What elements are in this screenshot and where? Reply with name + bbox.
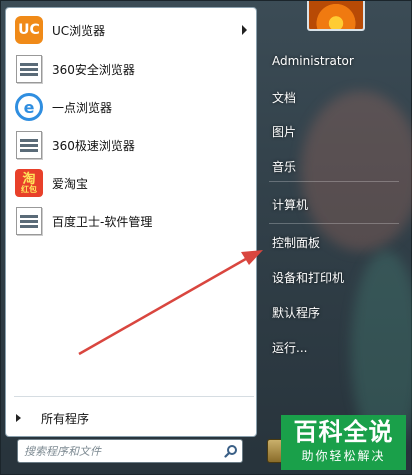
taobao-logo: 淘 红包: [15, 169, 43, 197]
right-menu-label: 运行...: [272, 340, 308, 355]
right-menu-label: 计算机: [272, 197, 309, 212]
right-menu-label: 设备和打印机: [272, 270, 345, 285]
right-menu-default-programs[interactable]: 默认程序: [263, 298, 403, 326]
right-menu-label: 文档: [272, 90, 297, 105]
right-menu-label: 图片: [272, 124, 297, 139]
program-item-uc-browser[interactable]: UC UC浏览器: [10, 12, 253, 48]
program-label: UC浏览器: [52, 23, 106, 38]
right-menu-pictures[interactable]: 图片: [263, 117, 403, 145]
watermark-logo: 百科全说 助你轻松解决: [281, 415, 406, 470]
right-menu-computer[interactable]: 计算机: [263, 190, 403, 218]
right-menu-devices-printers[interactable]: 设备和打印机: [263, 263, 403, 291]
program-label: 360极速浏览器: [52, 138, 135, 153]
uc-browser-icon: UC: [14, 15, 44, 45]
watermark-title: 百科全说: [293, 418, 394, 446]
program-item-yidian-browser[interactable]: e 一点浏览器: [10, 89, 253, 125]
program-label: 爱淘宝: [52, 176, 89, 191]
right-menu-documents[interactable]: 文档: [263, 83, 403, 111]
submenu-arrow-icon: [242, 25, 247, 35]
right-menu-run[interactable]: 运行...: [263, 333, 403, 361]
program-label: 一点浏览器: [52, 100, 113, 115]
right-menu-administrator[interactable]: Administrator: [263, 47, 403, 75]
user-picture[interactable]: [307, 1, 365, 31]
program-item-baidu-guard[interactable]: 百度卫士-软件管理: [10, 203, 253, 239]
program-label: 百度卫士-软件管理: [52, 214, 153, 229]
search-box: [17, 439, 243, 463]
all-programs-button[interactable]: 所有程序: [16, 408, 89, 428]
divider: [269, 181, 399, 182]
triangle-right-icon: [16, 414, 21, 422]
e-logo: e: [15, 93, 43, 121]
program-label: 360安全浏览器: [52, 62, 135, 77]
taobao-icon: 淘 红包: [14, 168, 44, 198]
start-menu: UC UC浏览器 360安全浏览器 e 一点浏览器 360极速浏览器 淘 红包 …: [0, 0, 412, 475]
search-input[interactable]: [24, 441, 220, 461]
right-menu-label: 默认程序: [272, 305, 321, 320]
right-menu-control-panel[interactable]: 控制面板: [263, 228, 403, 256]
watermark-subtitle: 助你轻松解决: [301, 449, 386, 463]
program-item-360-safe-browser[interactable]: 360安全浏览器: [10, 51, 253, 87]
programs-pane: UC UC浏览器 360安全浏览器 e 一点浏览器 360极速浏览器 淘 红包 …: [5, 7, 257, 437]
program-item-ai-taobao[interactable]: 淘 红包 爱淘宝: [10, 165, 253, 201]
divider: [14, 396, 254, 397]
right-menu-music[interactable]: 音乐: [263, 152, 403, 180]
search-icon[interactable]: [220, 441, 242, 461]
divider: [269, 223, 399, 224]
app-window-icon: [14, 206, 44, 236]
app-window-icon: [14, 130, 44, 160]
e-browser-icon: e: [14, 92, 44, 122]
uc-logo: UC: [15, 16, 43, 44]
app-window-icon: [14, 54, 44, 84]
program-item-360-speed-browser[interactable]: 360极速浏览器: [10, 127, 253, 163]
all-programs-label: 所有程序: [41, 411, 90, 426]
right-menu-label: 控制面板: [272, 235, 321, 250]
right-menu-label: Administrator: [272, 54, 354, 68]
right-menu-label: 音乐: [272, 159, 297, 174]
